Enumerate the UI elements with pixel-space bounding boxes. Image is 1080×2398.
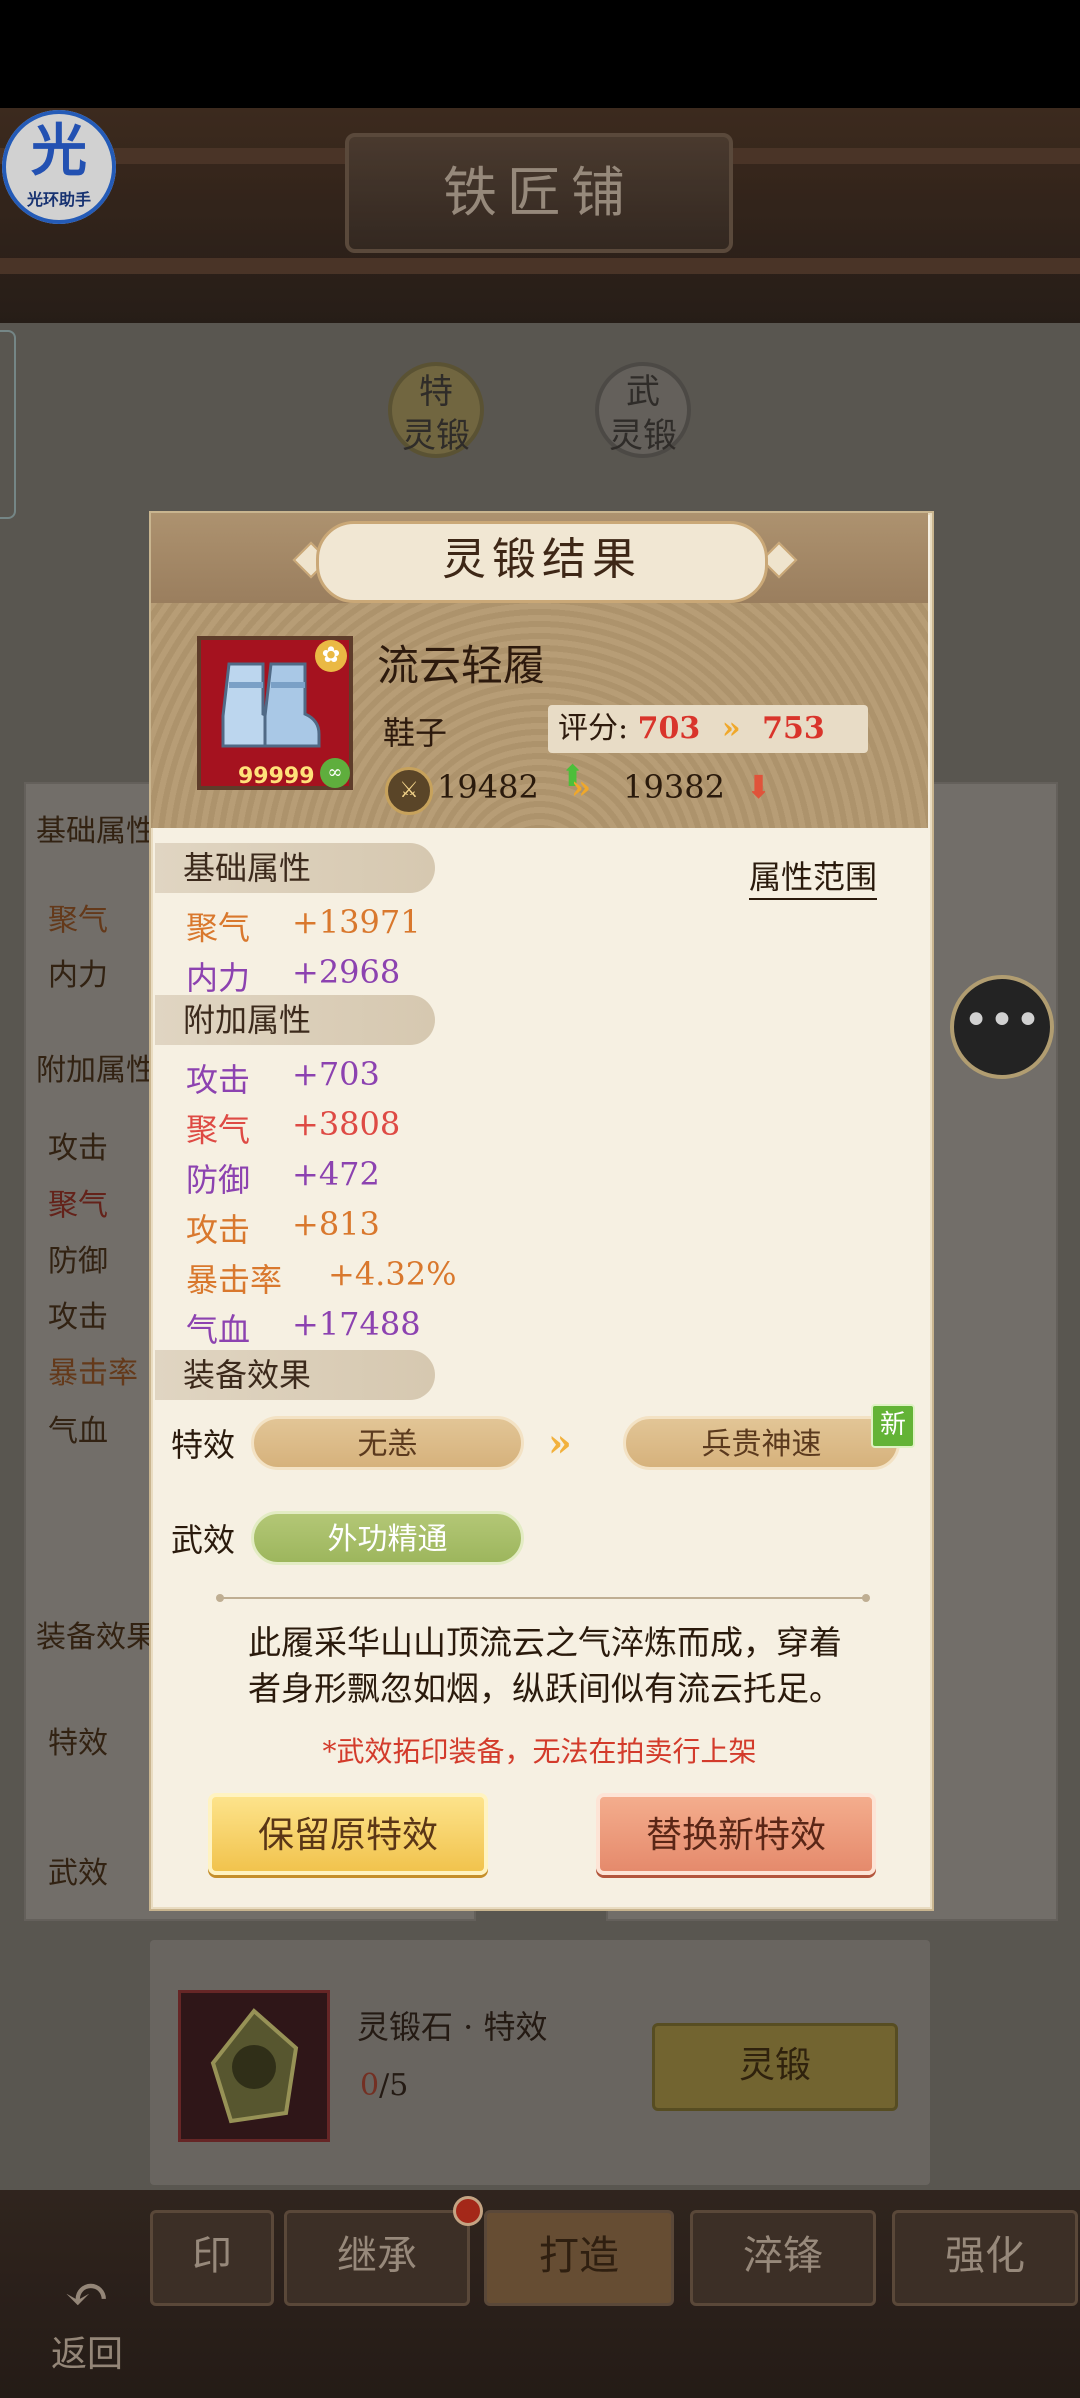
attr-name: 暴击率 [186,1261,283,1299]
description-line: 此履采华山山顶流云之气淬炼而成，穿着 [248,1623,842,1662]
attr-value: +2968 [292,953,401,991]
dialog-title: 灵锻结果 [316,521,768,603]
martial-effect[interactable]: 外功精通 [251,1511,524,1565]
attr-value: +3808 [292,1105,401,1143]
attr-value: +703 [292,1055,380,1093]
attr-value: +4.32% [328,1255,457,1293]
quality-star-icon: ✿ [315,640,347,672]
power-old: 19482 [437,768,539,806]
power-icon: ⚔ [385,767,433,815]
attr-row: 内力 +2968 [186,953,400,999]
attr-name: 聚气 [186,909,251,947]
link-icon: ∞ [320,758,350,788]
extra-attr-header: 附加属性 [155,995,435,1045]
attr-value: +813 [292,1205,380,1243]
martial-effect-label: 武效 [171,1521,236,1559]
attr-row: 防御 +472 [186,1155,380,1201]
description-line: 者身形飘忽如烟，纵跃间似有流云托足。 [248,1669,842,1708]
basic-attr-header: 基础属性 [155,843,435,893]
attr-row: 攻击 +703 [186,1055,380,1101]
replace-new-button[interactable]: 替换新特效 [596,1793,876,1875]
attr-name: 防御 [186,1161,251,1199]
effect-header: 装备效果 [155,1350,435,1400]
score-compare: 评分: 703 » 753 ⬆ [548,705,868,794]
attribute-range-link[interactable]: 属性范围 [749,852,878,900]
divider-dot [862,1594,870,1602]
score-new: 753 [762,711,825,746]
attr-value: +17488 [292,1305,421,1343]
power-compare: 19482 » 19382 ⬇ [437,768,772,806]
item-quantity: 99999 [238,764,315,789]
attr-value: +472 [292,1155,380,1193]
attr-row: 暴击率 +4.32% [186,1255,456,1301]
special-effect-label: 特效 [171,1426,236,1464]
old-special-effect[interactable]: 无恙 [251,1416,524,1470]
power-new: 19382 [623,768,725,806]
power-arrow-icon: » [570,768,591,806]
new-badge: 新 [871,1404,915,1448]
boots-icon [221,662,321,748]
attr-row: 聚气 +13971 [186,903,421,949]
attr-row: 聚气 +3808 [186,1105,400,1151]
divider [220,1597,865,1599]
attr-name: 内力 [186,959,251,997]
keep-original-button[interactable]: 保留原特效 [208,1793,488,1875]
attr-name: 攻击 [186,1211,251,1249]
score-old: 703 [637,711,701,746]
new-special-effect[interactable]: 兵贵神速 [623,1416,900,1470]
attr-name: 攻击 [186,1061,251,1099]
attr-row: 攻击 +813 [186,1205,380,1251]
divider-dot [216,1594,224,1602]
attr-value: +13971 [292,903,421,941]
item-type: 鞋子 [383,714,448,752]
score-label: 评分: [558,711,629,746]
auction-warning: *武效拓印装备，无法在拍卖行上架 [322,1735,757,1768]
power-down-icon: ⬇ [745,768,772,806]
item-description: 此履采华山山顶流云之气淬炼而成，穿着 者身形飘忽如烟，纵跃间似有流云托足。 [210,1620,880,1712]
attr-name: 聚气 [186,1111,251,1149]
status-bar [0,0,1080,108]
score-arrow-icon: » [721,711,741,746]
item-name: 流云轻履 [377,641,546,690]
attr-name: 气血 [186,1311,251,1349]
effect-arrow-icon: » [548,1420,572,1465]
attr-row: 气血 +17488 [186,1305,421,1351]
